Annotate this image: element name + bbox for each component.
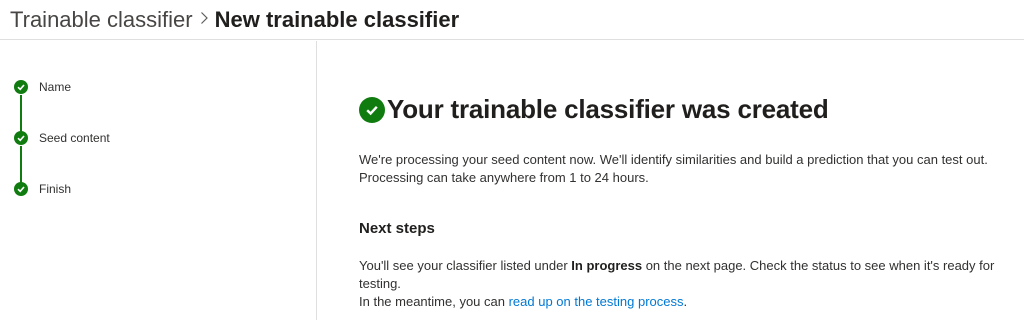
step-connector-1 xyxy=(20,95,22,132)
next-steps-paragraph: You'll see your classifier listed under … xyxy=(359,257,1019,293)
meantime-end: . xyxy=(683,294,688,309)
next-steps-text: You'll see your classifier listed under xyxy=(359,258,572,273)
checkmark-circle-icon xyxy=(359,96,385,123)
testing-process-link[interactable]: read up on the testing process xyxy=(509,294,684,309)
step-name[interactable]: Name xyxy=(14,80,71,94)
main-content: Your trainable classifier was created We… xyxy=(318,41,1024,320)
page-title: New trainable classifier xyxy=(214,6,460,32)
processing-description: We're processing your seed content now. … xyxy=(359,152,988,185)
wizard-steps-pane: Name Seed content Finish xyxy=(0,41,317,320)
step-finish[interactable]: Finish xyxy=(14,182,71,196)
breadcrumb-parent-link[interactable]: Trainable classifier xyxy=(10,7,193,33)
page-header: Trainable classifier New trainable class… xyxy=(0,0,1024,40)
success-title: Your trainable classifier was created xyxy=(387,94,829,124)
in-progress-label: In progress xyxy=(571,258,643,273)
step-label: Seed content xyxy=(39,131,110,145)
step-seed-content[interactable]: Seed content xyxy=(14,131,110,145)
meantime-paragraph: In the meantime, you can read up on the … xyxy=(359,293,1019,311)
meantime-text: In the meantime, you can xyxy=(359,294,509,309)
next-steps-heading: Next steps xyxy=(359,220,435,237)
step-connector-2 xyxy=(20,146,22,183)
checkmark-circle-icon xyxy=(14,80,28,94)
success-title-row: Your trainable classifier was created xyxy=(359,94,829,125)
chevron-right-icon xyxy=(200,8,209,31)
step-label: Finish xyxy=(39,182,72,196)
checkmark-circle-icon xyxy=(14,131,28,145)
step-label: Name xyxy=(39,80,72,94)
checkmark-circle-icon xyxy=(14,182,28,196)
next-steps-body: You'll see your classifier listed under … xyxy=(359,257,1019,311)
